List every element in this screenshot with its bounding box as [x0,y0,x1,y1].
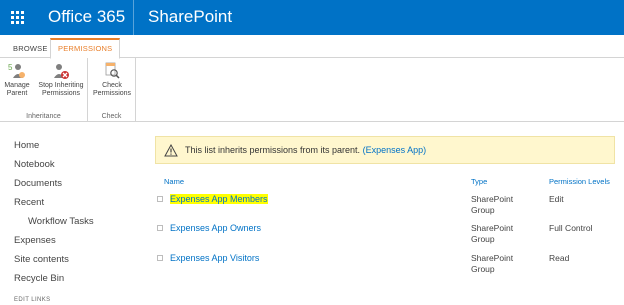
check-permissions-label-2: Permissions [92,90,132,97]
row-checkbox[interactable] [157,225,163,231]
ribbon-group-inheritance: 5 Manage Parent Stop Inheriting Permissi… [0,58,88,122]
manage-parent-label-2: Parent [6,90,28,97]
banner-text: This list inherits permissions from its … [185,145,361,155]
group-label-inheritance: Inheritance [26,113,61,120]
ribbon: 5 Manage Parent Stop Inheriting Permissi… [0,58,624,122]
group-link-owners[interactable]: Expenses App Owners [170,223,261,233]
nav-item-recycle-bin[interactable]: Recycle Bin [14,273,64,284]
row-type-line1: SharePoint [471,223,514,233]
row-permission: Edit [549,194,564,204]
row-type-line2: Group [471,205,495,215]
ribbon-group-check: Check Permissions Check [88,58,136,122]
check-permissions-icon [103,62,121,80]
manage-parent-button[interactable]: 5 Manage Parent [2,62,32,98]
row-type: SharePoint Group [471,223,513,245]
group-link-members[interactable]: Expenses App Members [170,194,268,204]
banner-parent-link[interactable]: (Expenses App) [363,145,427,155]
stop-inheriting-button[interactable]: Stop Inheriting Permissions [34,62,88,98]
edit-links[interactable]: EDIT LINKS [14,297,51,303]
stop-inheriting-icon [52,62,70,80]
tab-permissions[interactable]: PERMISSIONS [50,38,121,59]
row-type-line1: SharePoint [471,253,514,263]
svg-text:5: 5 [8,63,13,72]
office-365-brand[interactable]: Office 365 [48,7,125,27]
ribbon-tabs: BROWSE PERMISSIONS [0,38,624,59]
row-permission: Full Control [549,223,593,233]
row-type: SharePoint Group [471,194,513,216]
row-type-line1: SharePoint [471,194,514,204]
row-checkbox[interactable] [157,255,163,261]
column-header-name[interactable]: Name [164,177,184,186]
group-label-check: Check [101,113,122,120]
inherit-banner: This list inherits permissions from its … [155,136,615,164]
manage-parent-label-1: Manage [4,82,30,89]
stop-inheriting-label-1: Stop Inheriting [38,82,84,89]
manage-parent-icon: 5 [8,62,26,80]
row-permission: Read [549,253,570,263]
tab-browse[interactable]: BROWSE [6,40,55,59]
check-permissions-label-1: Check [102,82,122,89]
nav-item-documents[interactable]: Documents [14,178,62,189]
suite-divider [133,0,134,35]
nav-item-notebook[interactable]: Notebook [14,159,55,170]
row-checkbox[interactable] [157,196,163,202]
banner-message: This list inherits permissions from its … [185,145,426,155]
column-header-permission-levels[interactable]: Permission Levels [549,177,610,186]
nav-item-recent: Recent [14,197,45,208]
stop-inheriting-label-2: Permissions [41,90,81,97]
sharepoint-app-title[interactable]: SharePoint [148,7,232,27]
nav-item-expenses[interactable]: Expenses [14,235,56,246]
row-type-line2: Group [471,264,495,274]
suite-bar: Office 365 SharePoint [0,0,624,35]
column-header-type[interactable]: Type [471,177,487,186]
group-link-visitors[interactable]: Expenses App Visitors [170,253,259,263]
row-type: SharePoint Group [471,253,513,275]
warning-icon [164,143,178,157]
app-launcher-icon[interactable] [0,0,34,35]
nav-item-workflow-tasks[interactable]: Workflow Tasks [28,216,94,227]
nav-item-home[interactable]: Home [14,140,39,151]
nav-item-site-contents[interactable]: Site contents [14,254,69,265]
row-type-line2: Group [471,234,495,244]
check-permissions-button[interactable]: Check Permissions [91,62,133,98]
